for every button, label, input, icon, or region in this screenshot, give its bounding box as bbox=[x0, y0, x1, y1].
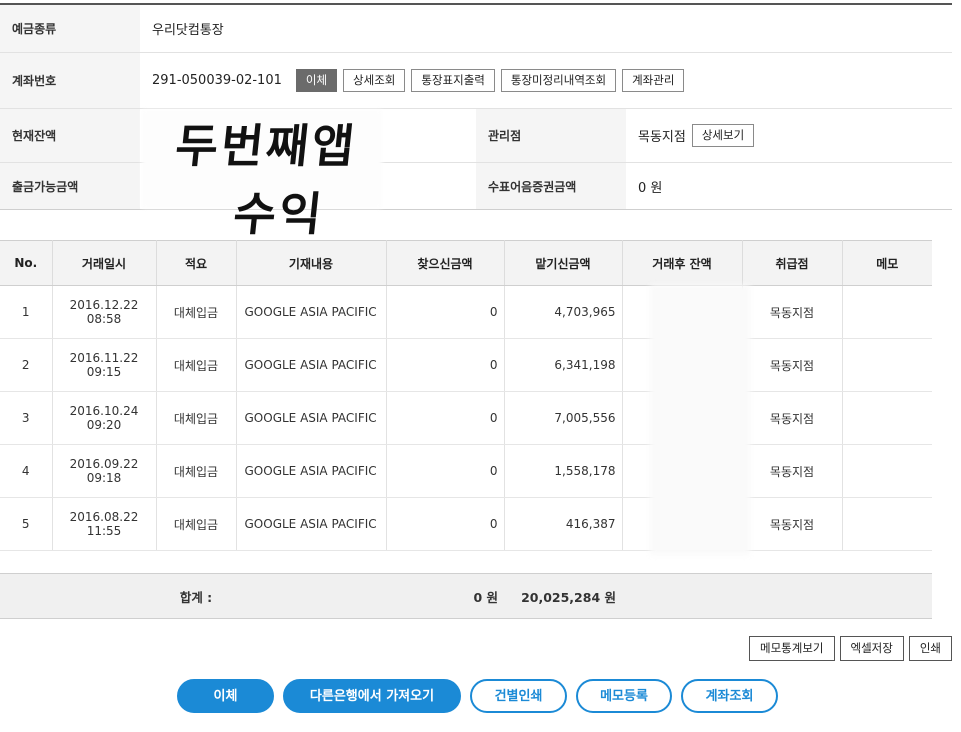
row-branch: 목동지점 bbox=[742, 497, 843, 551]
col-header-datetime: 거래일시 bbox=[52, 240, 157, 286]
row-summary: 대체입금 bbox=[156, 444, 237, 498]
table-row[interactable]: 1 2016.12.22 08:58 대체입금 GOOGLE ASIA PACI… bbox=[0, 285, 932, 339]
row-no: 3 bbox=[0, 391, 53, 445]
row-description: GOOGLE ASIA PACIFIC bbox=[236, 285, 387, 339]
table-row[interactable]: 5 2016.08.22 11:55 대체입금 GOOGLE ASIA PACI… bbox=[0, 497, 932, 551]
account-number-label: 계좌번호 bbox=[0, 53, 140, 108]
row-deposit: 7,005,556 bbox=[504, 391, 623, 445]
row-branch: 목동지점 bbox=[742, 338, 843, 392]
row-memo bbox=[842, 444, 932, 498]
blurred-balance-column bbox=[650, 285, 750, 555]
row-branch: 목동지점 bbox=[742, 444, 843, 498]
col-header-no: No. bbox=[0, 240, 53, 286]
action-button-bar: 이체 다른은행에서 가져오기 건별인쇄 메모등록 계좌조회 bbox=[177, 679, 778, 713]
col-header-balance: 거래후 잔액 bbox=[622, 240, 743, 286]
row-no: 2 bbox=[0, 338, 53, 392]
unposted-history-button[interactable]: 통장미정리내역조회 bbox=[500, 69, 617, 92]
row-datetime: 2016.11.22 09:15 bbox=[52, 338, 157, 392]
account-type-row: 예금종류 우리닷컴통장 bbox=[0, 5, 952, 53]
utility-toolbar: 메모통계보기 엑셀저장 인쇄 bbox=[749, 636, 952, 661]
row-deposit: 1,558,178 bbox=[504, 444, 623, 498]
account-number-cell: 291-050039-02-101 이체 상세조회 통장표지출력 통장미정리내역… bbox=[140, 53, 952, 108]
transfer-button[interactable]: 이체 bbox=[177, 679, 274, 713]
table-row[interactable]: 2 2016.11.22 09:15 대체입금 GOOGLE ASIA PACI… bbox=[0, 338, 932, 392]
branch-value: 목동지점 bbox=[638, 130, 686, 145]
row-withdrawal: 0 bbox=[386, 497, 505, 551]
row-memo bbox=[842, 338, 932, 392]
table-spacer bbox=[0, 550, 932, 574]
balance-label: 현재잔액 bbox=[0, 109, 140, 162]
memo-register-button[interactable]: 메모등록 bbox=[576, 679, 672, 713]
transfer-small-button[interactable]: 이체 bbox=[295, 69, 338, 92]
detail-inquiry-button[interactable]: 상세조회 bbox=[343, 69, 406, 92]
row-summary: 대체입금 bbox=[156, 497, 237, 551]
withdrawable-label: 출금가능금액 bbox=[0, 163, 140, 209]
table-row[interactable]: 4 2016.09.22 09:18 대체입금 GOOGLE ASIA PACI… bbox=[0, 444, 932, 498]
col-header-withdrawal: 찾으신금액 bbox=[386, 240, 505, 286]
row-description: GOOGLE ASIA PACIFIC bbox=[236, 391, 387, 445]
col-header-branch: 취급점 bbox=[742, 240, 843, 286]
total-deposit: 20,025,284 원 bbox=[504, 573, 622, 619]
branch-label: 관리점 bbox=[476, 109, 626, 162]
account-type-label: 예금종류 bbox=[0, 5, 140, 52]
row-datetime: 2016.12.22 08:58 bbox=[52, 285, 157, 339]
row-deposit: 6,341,198 bbox=[504, 338, 623, 392]
row-branch: 목동지점 bbox=[742, 391, 843, 445]
handwritten-overlay-line1: 두번째앱 bbox=[172, 119, 360, 173]
import-other-bank-button[interactable]: 다른은행에서 가져오기 bbox=[283, 679, 461, 713]
account-type-value: 우리닷컴통장 bbox=[152, 23, 224, 38]
row-summary: 대체입금 bbox=[156, 338, 237, 392]
memo-stats-button[interactable]: 메모통계보기 bbox=[749, 636, 835, 661]
row-description: GOOGLE ASIA PACIFIC bbox=[236, 444, 387, 498]
row-datetime: 2016.08.22 11:55 bbox=[52, 497, 157, 551]
branch-cell: 목동지점 상세보기 bbox=[626, 109, 952, 162]
row-withdrawal: 0 bbox=[386, 285, 505, 339]
check-amount-label: 수표어음증권금액 bbox=[476, 163, 626, 209]
row-withdrawal: 0 bbox=[386, 338, 505, 392]
branch-detail-button[interactable]: 상세보기 bbox=[691, 124, 755, 147]
col-header-summary: 적요 bbox=[156, 240, 237, 286]
row-deposit: 4,703,965 bbox=[504, 285, 623, 339]
row-datetime: 2016.09.22 09:18 bbox=[52, 444, 157, 498]
print-each-button[interactable]: 건별인쇄 bbox=[470, 679, 567, 713]
print-button[interactable]: 인쇄 bbox=[908, 636, 952, 661]
total-label: 합계 : bbox=[156, 573, 236, 619]
row-withdrawal: 0 bbox=[386, 444, 505, 498]
row-no: 1 bbox=[0, 285, 53, 339]
col-header-description: 기재내용 bbox=[236, 240, 387, 286]
row-memo bbox=[842, 497, 932, 551]
row-no: 4 bbox=[0, 444, 53, 498]
row-deposit: 416,387 bbox=[504, 497, 623, 551]
account-inquiry-button[interactable]: 계좌조회 bbox=[681, 679, 778, 713]
excel-save-button[interactable]: 엑셀저장 bbox=[839, 636, 904, 661]
account-number-row: 계좌번호 291-050039-02-101 이체 상세조회 통장표지출력 통장… bbox=[0, 53, 952, 109]
account-management-button[interactable]: 계좌관리 bbox=[622, 69, 685, 92]
check-amount-value: 0 원 bbox=[638, 180, 663, 196]
col-header-deposit: 맡기신금액 bbox=[504, 240, 623, 286]
transaction-table: No. 거래일시 적요 기재내용 찾으신금액 맡기신금액 거래후 잔액 취급점 … bbox=[0, 240, 932, 619]
row-memo bbox=[842, 285, 932, 339]
total-row: 합계 : 0 원 20,025,284 원 bbox=[0, 573, 932, 619]
total-withdrawal: 0 원 bbox=[386, 573, 504, 619]
row-branch: 목동지점 bbox=[742, 285, 843, 339]
col-header-memo: 메모 bbox=[842, 240, 932, 286]
row-summary: 대체입금 bbox=[156, 391, 237, 445]
row-memo bbox=[842, 391, 932, 445]
table-row[interactable]: 3 2016.10.24 09:20 대체입금 GOOGLE ASIA PACI… bbox=[0, 391, 932, 445]
row-no: 5 bbox=[0, 497, 53, 551]
row-description: GOOGLE ASIA PACIFIC bbox=[236, 497, 387, 551]
table-header-row: No. 거래일시 적요 기재내용 찾으신금액 맡기신금액 거래후 잔액 취급점 … bbox=[0, 240, 932, 286]
row-withdrawal: 0 bbox=[386, 391, 505, 445]
account-number-value: 291-050039-02-101 bbox=[152, 73, 282, 88]
row-datetime: 2016.10.24 09:20 bbox=[52, 391, 157, 445]
row-summary: 대체입금 bbox=[156, 285, 237, 339]
passbook-cover-print-button[interactable]: 통장표지출력 bbox=[411, 69, 495, 92]
handwritten-overlay-line2: 수익 bbox=[230, 187, 328, 241]
row-description: GOOGLE ASIA PACIFIC bbox=[236, 338, 387, 392]
